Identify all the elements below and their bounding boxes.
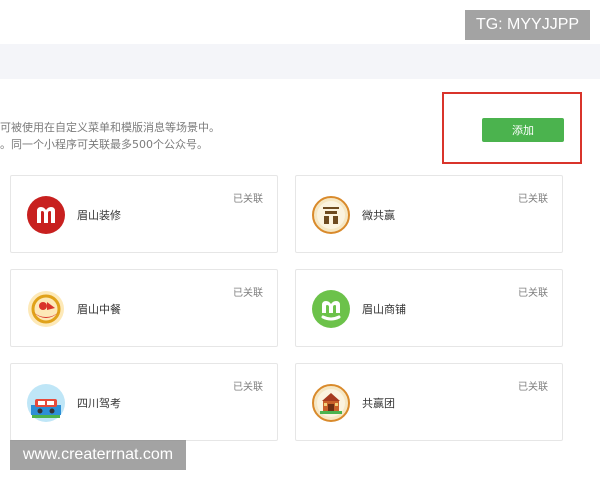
- linked-status: 已关联: [233, 288, 263, 299]
- meishan-zhuangxiu-logo-icon: [27, 196, 65, 234]
- linked-status: 已关联: [233, 382, 263, 393]
- account-name: 微共赢: [362, 209, 395, 222]
- linked-account-card[interactable]: 共赢团 已关联: [295, 363, 563, 441]
- linked-status: 已关联: [518, 382, 548, 393]
- watermark-url: www.createrrnat.com: [10, 440, 186, 470]
- gongying-tuan-logo-icon: [312, 384, 350, 422]
- section-header-band: [0, 44, 600, 79]
- meishan-shangpu-logo-icon: [312, 290, 350, 328]
- account-name: 眉山中餐: [77, 303, 121, 316]
- linked-account-card[interactable]: 四川驾考 已关联: [10, 363, 278, 441]
- description-line-1: 可被使用在自定义菜单和模版消息等场景中。: [0, 121, 220, 134]
- linked-status: 已关联: [233, 194, 263, 205]
- description-text: 可被使用在自定义菜单和模版消息等场景中。 。同一个小程序可关联最多500个公众号…: [0, 119, 220, 153]
- linked-status: 已关联: [518, 288, 548, 299]
- description-line-2: 。同一个小程序可关联最多500个公众号。: [0, 138, 208, 151]
- account-name: 四川驾考: [77, 397, 121, 410]
- linked-account-card[interactable]: 微共赢 已关联: [295, 175, 563, 253]
- account-name: 眉山商铺: [362, 303, 406, 316]
- watermark-tg: TG: MYYJJPP: [465, 10, 590, 40]
- account-name: 眉山装修: [77, 209, 121, 222]
- linked-account-card[interactable]: 眉山中餐 已关联: [10, 269, 278, 347]
- linked-account-card[interactable]: 眉山装修 已关联: [10, 175, 278, 253]
- wei-gongying-logo-icon: [312, 196, 350, 234]
- linked-account-card[interactable]: 眉山商铺 已关联: [295, 269, 563, 347]
- meishan-zhongcan-logo-icon: [27, 290, 65, 328]
- add-button[interactable]: 添加: [482, 118, 564, 142]
- sichuan-jiakao-logo-icon: [27, 384, 65, 422]
- account-name: 共赢团: [362, 397, 395, 410]
- linked-status: 已关联: [518, 194, 548, 205]
